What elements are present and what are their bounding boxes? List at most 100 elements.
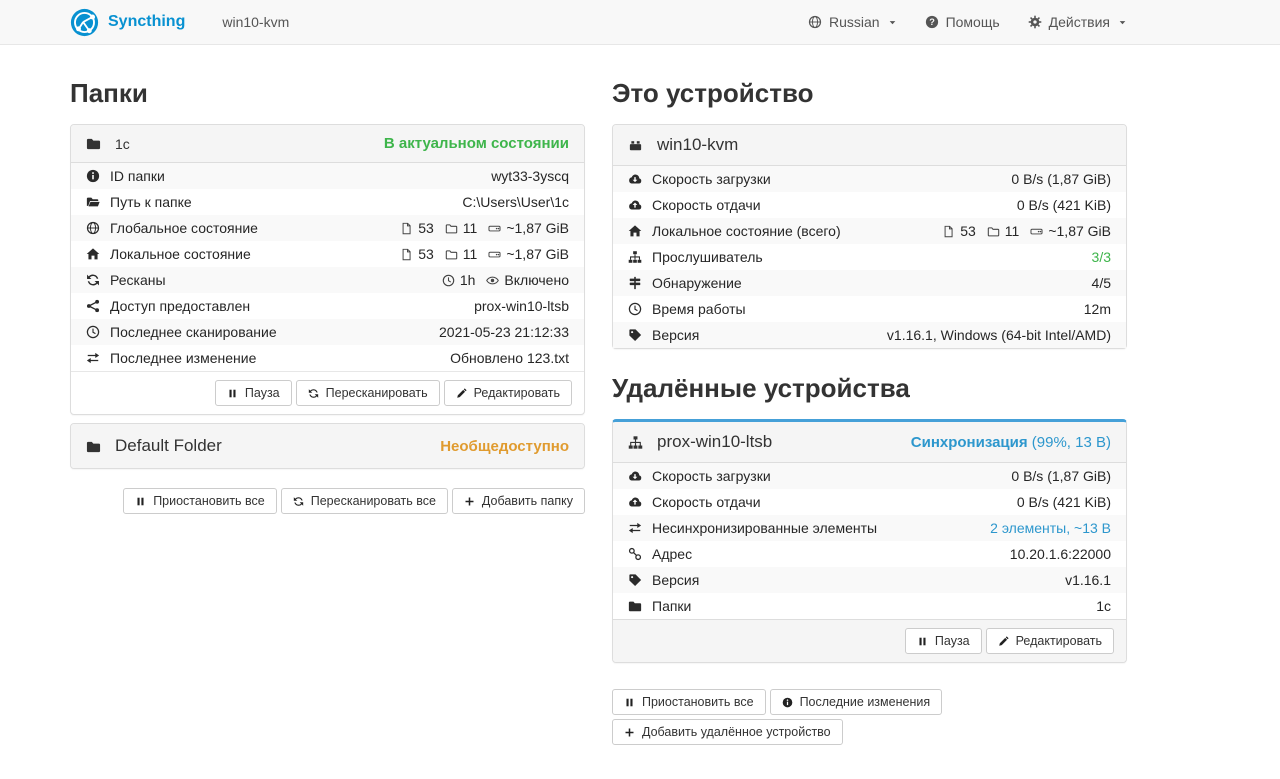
cloud-up-icon: [628, 198, 642, 212]
refresh-icon: [86, 273, 100, 287]
button-label: Пересканировать: [326, 386, 428, 400]
upload-rate-row: Скорость отдачи0 B/s (421 KiB): [613, 489, 1126, 515]
folder-name: Default Folder: [115, 436, 222, 456]
row-value[interactable]: 2 элементы, ~13 B: [990, 520, 1111, 536]
cloud-down-icon: [628, 469, 642, 483]
row-value: 4/5: [1092, 275, 1111, 291]
add-remote-device-button[interactable]: Добавить удалённое устройство: [612, 719, 843, 745]
shared-with-row: Доступ предоставлен prox-win10-ltsb: [71, 293, 584, 319]
row-label: Скорость отдачи: [628, 197, 761, 213]
clock-icon: [628, 302, 642, 316]
last-change-row: Последнее изменениеОбновлено 123.txt: [71, 345, 584, 371]
folder-panel-header[interactable]: 1c В актуальном состоянии: [71, 125, 584, 163]
value-part: ~1,87 GiB: [488, 220, 569, 236]
device-panel-header[interactable]: win10-kvm: [613, 125, 1126, 166]
hdd-icon: [488, 222, 501, 235]
value-part: 53: [942, 223, 976, 239]
eye-icon: [486, 274, 499, 287]
remote-device-name: prox-win10-ltsb: [657, 432, 772, 452]
devices-column: Это устройство win10-kvm Скорость загруз…: [612, 45, 1127, 745]
sitemap-icon: [628, 250, 642, 264]
row-label: Ресканы: [86, 272, 166, 288]
navbar-device-name: win10-kvm: [222, 14, 289, 30]
rescans-row: Ресканы 1h Включено: [71, 267, 584, 293]
button-label: Добавить папку: [482, 494, 573, 508]
row-value: prox-win10-ltsb: [474, 298, 569, 314]
pause-all-folders-button[interactable]: Приостановить все: [123, 488, 277, 514]
help-menu[interactable]: ? Помощь: [925, 14, 1000, 30]
language-menu[interactable]: Russian: [808, 14, 897, 30]
edit-device-button[interactable]: Редактировать: [986, 628, 1114, 654]
actions-menu[interactable]: Действия: [1028, 14, 1127, 30]
row-value: C:\Users\User\1c: [462, 194, 569, 210]
folder-id-row: ID папкиwyt33-3yscq: [71, 163, 584, 189]
cloud-down-icon: [628, 172, 642, 186]
file-icon: [942, 225, 955, 238]
version-row: Версияv1.16.1, Windows (64-bit Intel/AMD…: [613, 322, 1126, 348]
home-icon: [628, 224, 642, 238]
button-label: Последние изменения: [800, 695, 931, 709]
refresh-icon: [308, 388, 319, 399]
rescan-folder-button[interactable]: Пересканировать: [296, 380, 440, 406]
value-part: 53: [400, 246, 434, 262]
row-label: Скорость загрузки: [628, 171, 771, 187]
row-label: Глобальное состояние: [86, 220, 258, 236]
rescan-all-button[interactable]: Пересканировать все: [281, 488, 448, 514]
row-label: Время работы: [628, 301, 746, 317]
brand-label: Syncthing: [108, 13, 185, 31]
value-part: Включено: [486, 272, 569, 288]
button-label: Редактировать: [1016, 634, 1102, 648]
this-device-title: Это устройство: [612, 78, 1127, 109]
folder-status-badge: Необщедоступно: [440, 438, 569, 455]
pause-icon: [227, 388, 238, 399]
add-folder-button[interactable]: Добавить папку: [452, 488, 585, 514]
row-label: Папки: [628, 598, 691, 614]
pause-icon: [135, 496, 146, 507]
hdd-icon: [1030, 225, 1043, 238]
folder-panel-1c: 1c В актуальном состоянии ID папкиwyt33-…: [70, 124, 585, 415]
device-details-table: Скорость загрузки0 B/s (1,87 GiB)Скорост…: [613, 166, 1126, 348]
file-icon: [400, 222, 413, 235]
clock-icon: [86, 325, 100, 339]
global-state-row: Глобальное состояние5311~1,87 GiB: [71, 215, 584, 241]
recent-changes-button[interactable]: Последние изменения: [770, 689, 943, 715]
value-part: 53: [400, 220, 434, 236]
exchange-icon: [628, 521, 642, 535]
pause-all-devices-button[interactable]: Приостановить все: [612, 689, 766, 715]
row-value: 3/3: [1092, 249, 1111, 265]
share-icon: [86, 299, 100, 313]
button-label: Пересканировать все: [311, 494, 436, 508]
devices-footer-actions: Приостановить все Последние изменения Доба…: [612, 689, 1127, 745]
button-label: Добавить удалённое устройство: [642, 725, 831, 739]
folder-panel-header[interactable]: Default Folder Необщедоступно: [71, 424, 584, 468]
link-icon: [628, 547, 642, 561]
row-label: Последнее сканирование: [86, 324, 277, 340]
row-label: Прослушиватель: [628, 249, 763, 265]
home-icon: [86, 247, 100, 261]
folder-o-icon: [445, 248, 458, 261]
row-label: Версия: [628, 327, 699, 343]
button-label: Приостановить все: [153, 494, 265, 508]
pause-icon: [624, 697, 635, 708]
discovery-row: Обнаружение4/5: [613, 270, 1126, 296]
download-rate-row: Скорость загрузки0 B/s (1,87 GiB): [613, 166, 1126, 192]
folder-status-badge: В актуальном состоянии: [384, 135, 569, 152]
edit-folder-button[interactable]: Редактировать: [444, 380, 572, 406]
remote-device-header[interactable]: prox-win10-ltsb Синхронизация (99%, 13 B…: [613, 422, 1126, 463]
info-circle-icon: [86, 169, 100, 183]
folder-details-table: ID папкиwyt33-3yscqПуть к папкеC:\Users\…: [71, 163, 584, 371]
hdd-icon: [488, 248, 501, 261]
syncthing-brand[interactable]: Syncthing: [70, 8, 185, 37]
value-part: 1h: [442, 272, 476, 288]
navbar: Syncthing win10-kvm Russian ? Помощь Дей…: [0, 0, 1280, 45]
signpost-icon: [628, 276, 642, 290]
folder-actions: Пауза Пересканировать Редактировать: [71, 371, 584, 414]
row-label: Доступ предоставлен: [86, 298, 250, 314]
row-label: Несинхронизированные элементы: [628, 520, 877, 536]
pause-device-button[interactable]: Пауза: [905, 628, 982, 654]
row-label: Последнее изменение: [86, 350, 256, 366]
device-icon: [628, 138, 643, 153]
row-label: ID папки: [86, 168, 165, 184]
row-value: 12m: [1084, 301, 1111, 317]
pause-folder-button[interactable]: Пауза: [215, 380, 292, 406]
